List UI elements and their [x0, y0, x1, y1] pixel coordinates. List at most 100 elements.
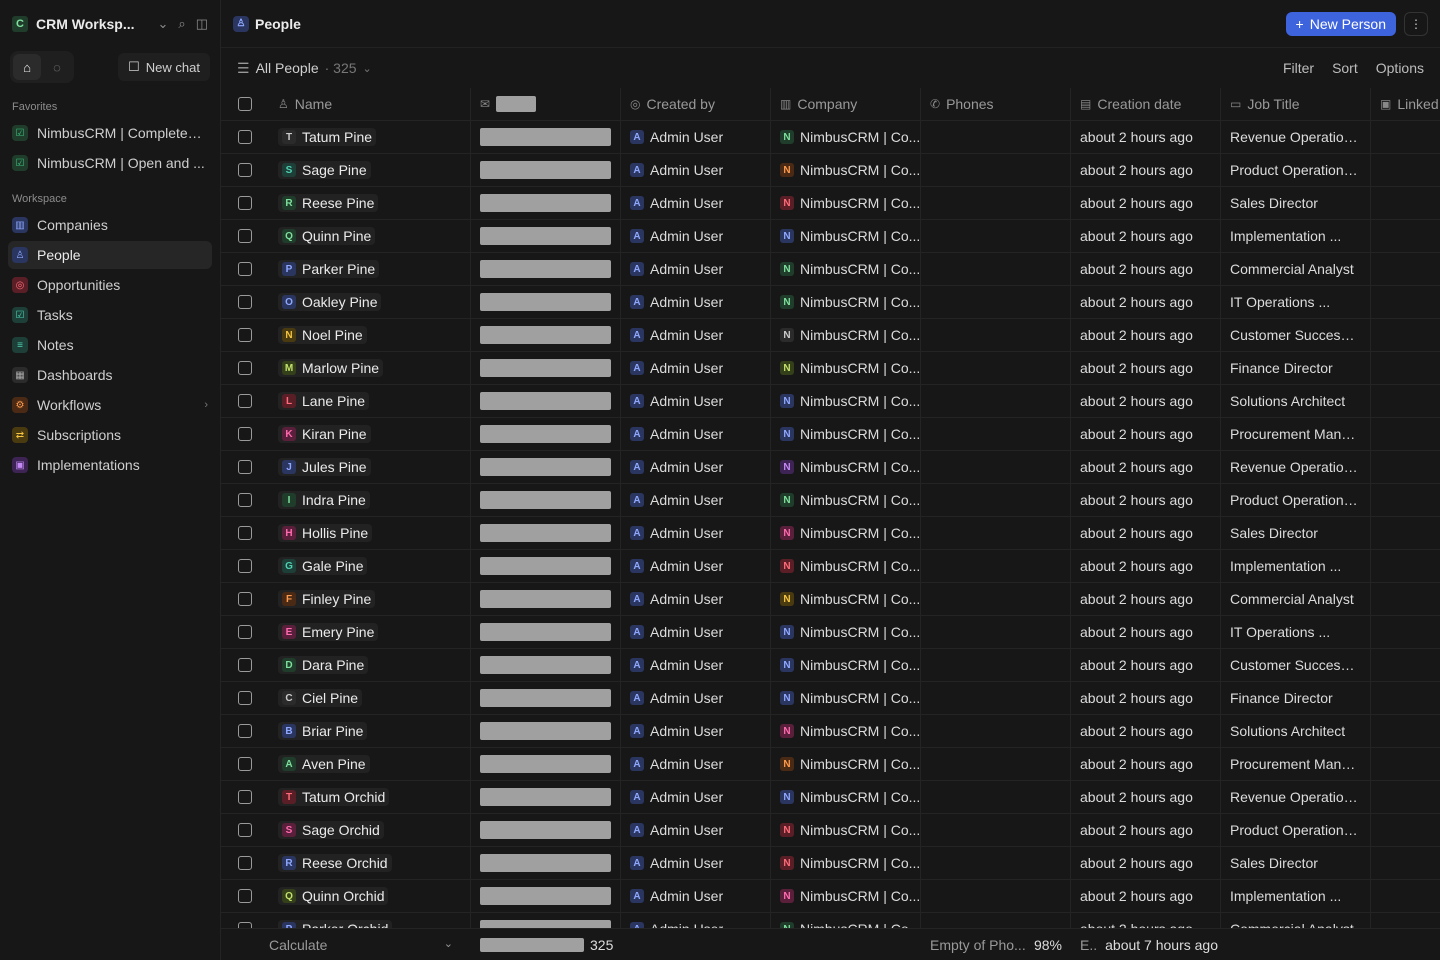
phones-cell[interactable] — [921, 681, 1071, 715]
phones-cell[interactable] — [921, 912, 1071, 928]
row-checkbox[interactable] — [238, 427, 252, 441]
table-row[interactable]: C Ciel Pine A Admin User N NimbusCRM | Co..… — [221, 681, 1440, 715]
company-chip[interactable]: N NimbusCRM | Co... — [780, 327, 920, 343]
table-row[interactable]: N Noel Pine A Admin User N NimbusCRM | Co..… — [221, 318, 1440, 352]
company-chip[interactable]: N NimbusCRM | Co... — [780, 756, 920, 772]
person-chip[interactable]: M Marlow Pine — [278, 359, 384, 377]
linkedin-cell[interactable] — [1371, 847, 1440, 880]
person-chip[interactable]: S Sage Orchid — [278, 821, 384, 839]
created-by-chip[interactable]: A Admin User — [630, 162, 723, 178]
table-row[interactable]: G Gale Pine A Admin User N NimbusCRM | Co..… — [221, 549, 1440, 583]
row-checkbox[interactable] — [238, 526, 252, 540]
table-row[interactable]: P Parker Pine A Admin User N NimbusCRM | Co… — [221, 252, 1440, 286]
linkedin-cell[interactable] — [1371, 814, 1440, 847]
phones-cell[interactable] — [921, 813, 1071, 847]
created-by-chip[interactable]: A Admin User — [630, 129, 723, 145]
created-by-chip[interactable]: A Admin User — [630, 294, 723, 310]
panel-toggle-icon[interactable]: ◫ — [196, 16, 208, 32]
person-chip[interactable]: R Reese Pine — [278, 194, 379, 212]
company-chip[interactable]: N NimbusCRM | Co... — [780, 591, 920, 607]
person-chip[interactable]: E Emery Pine — [278, 623, 379, 641]
person-chip[interactable]: A Aven Pine — [278, 755, 370, 773]
person-chip[interactable]: G Gale Pine — [278, 557, 368, 575]
linkedin-cell[interactable] — [1371, 220, 1440, 253]
column-header-company[interactable]: ▥ Company — [771, 88, 921, 121]
search-icon[interactable]: ⌕ — [178, 16, 185, 32]
phones-cell[interactable] — [921, 219, 1071, 253]
created-by-chip[interactable]: A Admin User — [630, 459, 723, 475]
table-row[interactable]: S Sage Orchid A Admin User N NimbusCRM | Co… — [221, 813, 1440, 847]
phones-cell[interactable] — [921, 780, 1071, 814]
company-chip[interactable]: N NimbusCRM | Co... — [780, 360, 920, 376]
table-row[interactable]: T Tatum Pine A Admin User N NimbusCRM | Co.… — [221, 120, 1440, 154]
table-row[interactable]: R Reese Orchid A Admin User N NimbusCRM | C… — [221, 846, 1440, 880]
row-checkbox[interactable] — [238, 625, 252, 639]
company-chip[interactable]: N NimbusCRM | Co... — [780, 558, 920, 574]
person-chip[interactable]: P Parker Pine — [278, 260, 380, 278]
table-row[interactable]: PParker Orchid AAdmin User NNimbusCRM | … — [221, 912, 1440, 929]
person-chip[interactable]: R Reese Orchid — [278, 854, 392, 872]
row-checkbox[interactable] — [238, 493, 252, 507]
linkedin-cell[interactable] — [1371, 253, 1440, 286]
linkedin-cell[interactable] — [1371, 319, 1440, 352]
linkedin-cell[interactable] — [1371, 286, 1440, 319]
table-row[interactable]: S Sage Pine A Admin User N NimbusCRM | Co..… — [221, 153, 1440, 187]
linkedin-cell[interactable] — [1371, 352, 1440, 385]
phones-cell[interactable] — [921, 318, 1071, 352]
view-selector[interactable]: ☰ All People · 325 ⌄ — [237, 60, 372, 77]
person-chip[interactable]: T Tatum Orchid — [278, 788, 390, 806]
row-checkbox[interactable] — [238, 790, 252, 804]
created-by-chip[interactable]: A Admin User — [630, 822, 723, 838]
phones-cell[interactable] — [921, 582, 1071, 616]
linkedin-cell[interactable] — [1371, 715, 1440, 748]
phones-cell[interactable] — [921, 483, 1071, 517]
phones-cell[interactable] — [921, 252, 1071, 286]
date-aggregate[interactable]: E.. about 7 hours ago — [1071, 937, 1218, 953]
created-by-chip[interactable]: A Admin User — [630, 393, 723, 409]
linkedin-cell[interactable] — [1371, 550, 1440, 583]
row-checkbox[interactable] — [238, 559, 252, 573]
table-row[interactable]: O Oakley Pine A Admin User N NimbusCRM | Co… — [221, 285, 1440, 319]
created-by-chip[interactable]: A Admin User — [630, 426, 723, 442]
sidebar-item-people[interactable]: ♙ People — [8, 241, 212, 269]
phones-cell[interactable] — [921, 384, 1071, 418]
sidebar-item-opportunities[interactable]: ◎ Opportunities — [8, 271, 212, 299]
linkedin-cell[interactable] — [1371, 154, 1440, 187]
column-header-linkedin[interactable]: ▣ Linked — [1371, 88, 1440, 121]
company-chip[interactable]: N NimbusCRM | Co... — [780, 624, 920, 640]
created-by-chip[interactable]: A Admin User — [630, 723, 723, 739]
company-chip[interactable]: N NimbusCRM | Co... — [780, 393, 920, 409]
select-all-checkbox[interactable] — [238, 97, 252, 111]
person-chip[interactable]: PParker Orchid — [278, 920, 393, 928]
linkedin-cell[interactable] — [1371, 583, 1440, 616]
sort-button[interactable]: Sort — [1332, 60, 1358, 76]
phones-cell[interactable] — [921, 450, 1071, 484]
person-chip[interactable]: T Tatum Pine — [278, 128, 377, 146]
sidebar-item-companies[interactable]: ▥ Companies — [8, 211, 212, 239]
created-by-chip[interactable]: A Admin User — [630, 756, 723, 772]
filter-button[interactable]: Filter — [1283, 60, 1314, 76]
company-chip[interactable]: N NimbusCRM | Co... — [780, 888, 920, 904]
row-checkbox[interactable] — [238, 328, 252, 342]
company-chip[interactable]: N NimbusCRM | Co... — [780, 195, 920, 211]
phones-cell[interactable] — [921, 351, 1071, 385]
person-chip[interactable]: K Kiran Pine — [278, 425, 371, 443]
row-checkbox[interactable] — [238, 130, 252, 144]
more-options-button[interactable]: ⋮ — [1404, 11, 1428, 36]
linkedin-cell[interactable] — [1371, 517, 1440, 550]
table-row[interactable]: J Jules Pine A Admin User N NimbusCRM | Co.… — [221, 450, 1440, 484]
chevron-down-icon[interactable]: ⌄ — [158, 16, 169, 32]
new-person-button[interactable]: + New Person — [1285, 11, 1396, 36]
linkedin-cell[interactable] — [1371, 913, 1440, 929]
home-icon[interactable]: ⌂ — [13, 54, 41, 80]
phones-cell[interactable] — [921, 186, 1071, 220]
created-by-chip[interactable]: A Admin User — [630, 657, 723, 673]
linkedin-cell[interactable] — [1371, 880, 1440, 913]
company-chip[interactable]: N NimbusCRM | Co... — [780, 228, 920, 244]
table-row[interactable]: A Aven Pine A Admin User N NimbusCRM | Co..… — [221, 747, 1440, 781]
phones-cell[interactable] — [921, 120, 1071, 154]
created-by-chip[interactable]: A Admin User — [630, 492, 723, 508]
linkedin-cell[interactable] — [1371, 649, 1440, 682]
phones-cell[interactable] — [921, 648, 1071, 682]
table-row[interactable]: E Emery Pine A Admin User N NimbusCRM | Co.… — [221, 615, 1440, 649]
